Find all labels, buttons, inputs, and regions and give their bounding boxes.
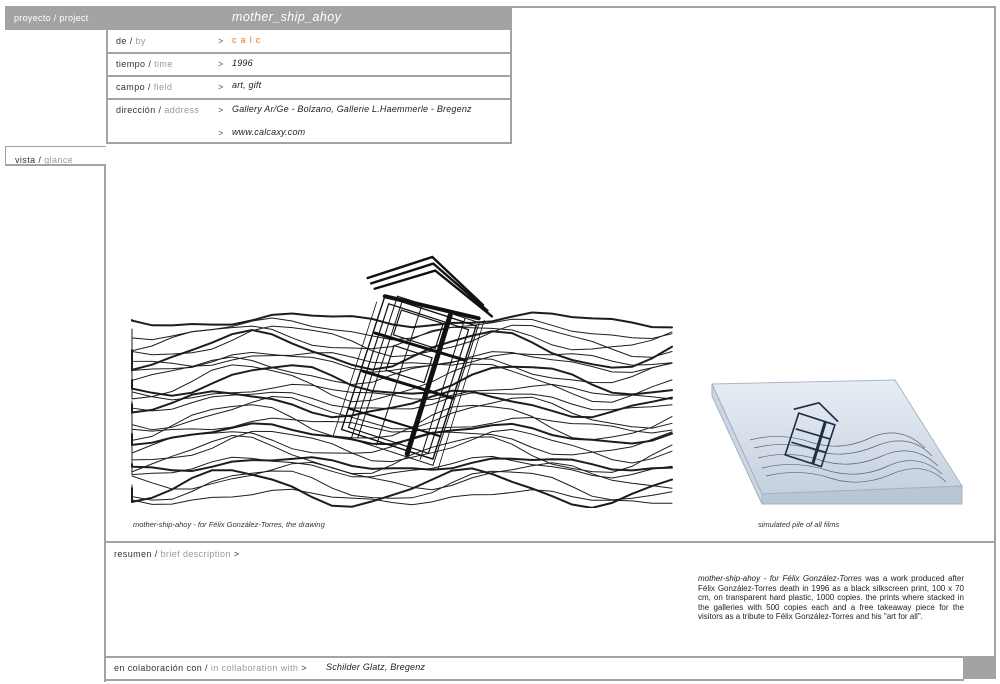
project-tab: proyecto / project <box>5 6 106 30</box>
field-row-time: tiempo / time > 1996 <box>108 52 510 77</box>
page-title: mother_ship_ahoy <box>232 10 342 24</box>
view-label-es: vista <box>15 155 36 165</box>
frame-right-line <box>994 6 996 656</box>
wave-stroke <box>131 311 673 329</box>
pile-image <box>711 379 963 505</box>
wave-stroke <box>131 389 673 419</box>
collab-corner-block <box>963 656 996 679</box>
wave-stroke <box>131 391 673 412</box>
summary-label: resumen / brief description > <box>114 549 240 559</box>
ship-drawing <box>131 255 673 508</box>
summary-text: mother-ship-ahoy - for Félix González-To… <box>698 574 964 622</box>
collab-bottom-line <box>104 679 964 681</box>
author-link[interactable]: c a l c <box>232 35 261 45</box>
collab-label: en colaboración con / in collaboration w… <box>114 663 307 673</box>
summary-lead: mother-ship-ahoy - for Félix González-To… <box>698 574 862 583</box>
view-tab: vista / glance <box>5 146 106 166</box>
field-row-address: dirección / address > Gallery Ar/Ge - Bo… <box>116 104 472 138</box>
view-label-en: glance <box>44 155 74 165</box>
field-row-by: de / by > c a l c <box>108 30 510 54</box>
time-value: 1996 <box>232 58 253 68</box>
collab-top-line <box>104 656 996 658</box>
wave-stroke <box>131 428 673 464</box>
info-panel: mother_ship_ahoy de / by > c a l c tiemp… <box>106 6 512 144</box>
pile-caption: simulated pile of all films <box>758 520 840 529</box>
website-link[interactable]: www.calcaxy.com <box>232 127 305 137</box>
address-value: Gallery Ar/Ge - Bolzano, Gallerie L.Haem… <box>232 104 472 114</box>
title-bar: mother_ship_ahoy <box>108 6 512 30</box>
project-label-en: project <box>59 13 89 23</box>
collab-value: Schilder Glatz, Bregenz <box>326 662 426 672</box>
wave-stroke <box>131 467 673 508</box>
field-value: art, gift <box>232 80 262 90</box>
drawing-caption: mother-ship-ahoy - for Félix González-To… <box>133 520 325 529</box>
field-row-field: campo / field > art, gift <box>108 75 510 100</box>
wave-stroke <box>131 404 673 442</box>
project-label-es: proyecto <box>14 13 51 23</box>
view-left-line <box>104 166 106 682</box>
wave-stroke <box>131 328 673 372</box>
wave-stroke <box>131 317 673 341</box>
frame-top-line <box>512 6 996 8</box>
summary-top-line <box>104 541 996 543</box>
